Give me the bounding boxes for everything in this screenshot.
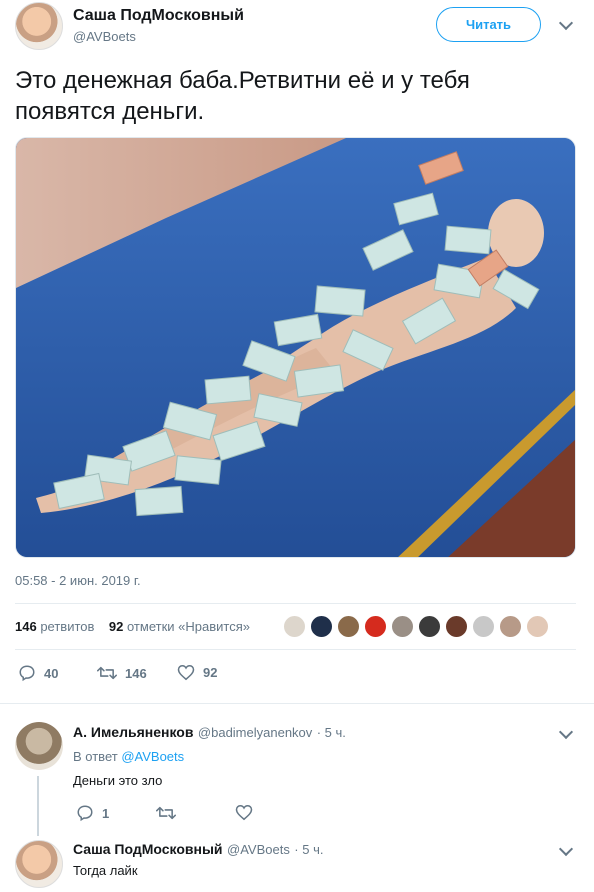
chevron-down-icon <box>558 841 574 857</box>
reply-icon <box>19 665 35 682</box>
liker-avatar[interactable] <box>310 615 333 638</box>
reply-header: Саша ПодМосковный @AVBoets · 5 ч. <box>73 841 323 859</box>
tweet-timestamp[interactable]: 05:58 - 2 июн. 2019 г. <box>15 573 141 588</box>
reply-reply-button[interactable]: 1 <box>76 804 109 822</box>
author-name[interactable]: Саша ПодМосковный <box>73 7 244 25</box>
liker-avatar[interactable] <box>337 615 360 638</box>
reply-count: 40 <box>44 665 59 681</box>
reply-button[interactable]: 40 <box>18 664 58 682</box>
liker-avatar[interactable] <box>526 615 549 638</box>
reply-author-avatar[interactable] <box>15 722 63 770</box>
retweet-button[interactable]: 146 <box>97 664 147 682</box>
divider <box>15 603 576 604</box>
heart-icon <box>177 664 195 681</box>
reply-time[interactable]: · 5 ч. <box>294 842 323 857</box>
more-options-button[interactable] <box>558 15 574 31</box>
liker-avatar[interactable] <box>499 615 522 638</box>
reply-more-button[interactable] <box>558 724 574 740</box>
chevron-down-icon <box>558 724 574 740</box>
tweet-photo[interactable] <box>15 137 576 558</box>
reply-author-name[interactable]: А. Имельяненков <box>73 724 193 740</box>
heart-icon <box>235 804 253 821</box>
reply-more-button[interactable] <box>558 841 574 857</box>
liker-avatar[interactable] <box>418 615 441 638</box>
likes-label[interactable]: отметки «Нравится» <box>127 619 250 634</box>
likes-count[interactable]: 92 <box>109 619 123 634</box>
tweet-stats: 146 ретвитов 92 отметки «Нравится» <box>15 619 250 634</box>
reply-reply-count: 1 <box>102 805 110 821</box>
reply-author-handle[interactable]: @badimelyanenkov <box>198 725 312 740</box>
divider <box>0 703 594 704</box>
reply-to-prefix: В ответ <box>73 749 118 764</box>
reply-author-name[interactable]: Саша ПодМосковный <box>73 841 223 857</box>
author-handle[interactable]: @AVBoets <box>73 29 136 44</box>
reply-author-handle[interactable]: @AVBoets <box>227 842 290 857</box>
liker-avatar[interactable] <box>472 615 495 638</box>
reply-icon <box>77 805 93 822</box>
retweet-icon <box>97 666 117 680</box>
retweets-label[interactable]: ретвитов <box>40 619 94 634</box>
divider <box>15 649 576 650</box>
reply-text: Тогда лайк <box>73 863 138 878</box>
tweet-text: Это денежная баба.Ретвитни её и у тебя п… <box>15 67 470 125</box>
reply-to-line: В ответ @AVBoets <box>73 749 184 764</box>
reply-time[interactable]: · 5 ч. <box>317 725 346 740</box>
like-button[interactable]: 92 <box>177 664 217 681</box>
liker-avatar[interactable] <box>283 615 306 638</box>
liker-avatar[interactable] <box>445 615 468 638</box>
retweet-count: 146 <box>125 665 147 681</box>
likers-avatars <box>283 615 549 638</box>
author-avatar[interactable] <box>15 2 63 50</box>
thread-connector <box>37 776 39 836</box>
liker-avatar[interactable] <box>364 615 387 638</box>
liker-avatar[interactable] <box>391 615 414 638</box>
photo-illustration <box>16 138 575 557</box>
reply-header: А. Имельяненков @badimelyanenkov · 5 ч. <box>73 724 346 742</box>
retweets-count[interactable]: 146 <box>15 619 37 634</box>
retweet-icon <box>156 806 176 820</box>
like-count: 92 <box>203 665 218 680</box>
chevron-down-icon <box>558 15 574 31</box>
reply-like-button[interactable] <box>235 804 253 821</box>
reply-author-avatar[interactable] <box>15 840 63 888</box>
follow-button[interactable]: Читать <box>436 7 541 42</box>
reply-text: Деньги это зло <box>73 773 163 788</box>
reply-to-handle[interactable]: @AVBoets <box>121 749 184 764</box>
reply-retweet-button[interactable] <box>156 804 176 822</box>
